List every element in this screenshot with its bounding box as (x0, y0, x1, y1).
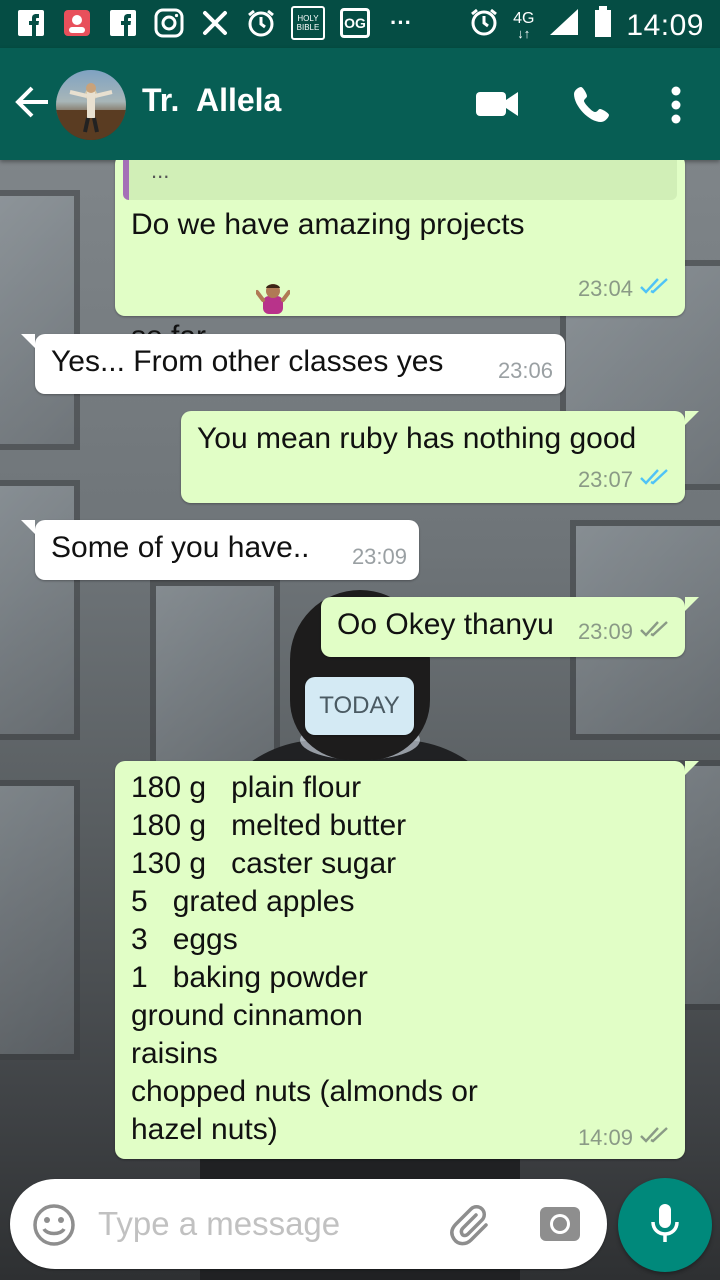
contact-name[interactable]: Tr. Allela (142, 82, 281, 119)
message-input[interactable] (98, 1201, 428, 1247)
recipe-line: 130 g caster sugar (131, 847, 397, 880)
camera-icon[interactable] (538, 1203, 582, 1250)
message-text: Oo Okey thanyu (337, 608, 554, 641)
recipe-line: 180 g melted butter (131, 809, 407, 842)
og-label: OG (344, 15, 366, 31)
date-divider: TODAY (305, 677, 414, 735)
message-time: 23:09 (577, 619, 633, 644)
status-bar: HOLY BIBLE OG ··· 4G ↓↑ 14:09 (0, 0, 720, 48)
recipe-line: 3 eggs (131, 923, 238, 956)
bubble-tail (685, 761, 699, 775)
bubble-tail (685, 411, 699, 425)
message-time: 14:09 (577, 1125, 633, 1150)
message-time: 23:04 (577, 276, 633, 301)
back-arrow-icon[interactable] (12, 82, 52, 122)
network-type: 4G ↓↑ (513, 10, 535, 42)
recipe-line: 180 g plain flour (131, 771, 362, 804)
signal-icon (548, 7, 580, 45)
alarm-icon (244, 6, 278, 40)
message-composer (10, 1179, 607, 1269)
recipe-line: 1 baking powder (131, 961, 368, 994)
chat-header: Tr. Allela (0, 48, 720, 160)
message-text-content: Do we have amazing projects so far (131, 208, 525, 353)
more-notifications-icon: ··· (384, 6, 418, 40)
message-meta: 23:07 (578, 467, 671, 493)
recipe-line: ground cinnamon (131, 999, 363, 1032)
message-bubble-outgoing[interactable]: ... Do we have amazing projects so far 2… (115, 160, 685, 353)
read-ticks-icon (639, 276, 671, 302)
more-vert-icon[interactable] (664, 86, 688, 129)
quoted-message-text: ... (151, 160, 170, 183)
message-time: 23:09 (351, 544, 407, 569)
delivered-ticks-icon (639, 619, 671, 645)
quoted-message[interactable]: ... (123, 160, 677, 200)
message-meta: 23:04 (578, 276, 671, 302)
facebook-icon (106, 6, 140, 40)
bubble-tail (685, 597, 699, 611)
delivered-ticks-icon (639, 1125, 671, 1151)
avatar[interactable] (56, 70, 126, 140)
badge-icon (60, 6, 94, 40)
read-ticks-icon (639, 467, 671, 493)
message-time: 23:07 (577, 467, 633, 492)
instagram-icon (152, 6, 186, 40)
message-meta: 23:09 (352, 544, 407, 570)
attach-icon[interactable] (450, 1203, 496, 1252)
message-text: Some of you have.. (51, 531, 310, 564)
clock: 14:09 (626, 9, 704, 42)
message-meta: 23:06 (498, 358, 553, 384)
alarm-icon (469, 7, 499, 45)
recipe-line: 5 grated apples (131, 885, 355, 918)
phone-icon[interactable] (572, 84, 612, 129)
message-bubble-outgoing[interactable]: 180 g plain flour 180 g melted butter 13… (115, 761, 699, 1159)
recipe-line: hazel nuts) (131, 1113, 278, 1146)
video-call-icon[interactable] (474, 84, 520, 129)
mic-icon (650, 1202, 680, 1249)
message-bubble-incoming[interactable]: Some of you have.. 23:09 (21, 520, 419, 580)
message-time: 23:06 (497, 358, 553, 383)
message-meta: 23:09 (578, 619, 671, 645)
bubble-tail (21, 334, 35, 348)
facebook-icon (14, 6, 48, 40)
more-notifications: ··· (390, 10, 412, 35)
message-meta: 14:09 (578, 1125, 671, 1151)
recipe-text: 180 g plain flour 180 g melted butter 13… (131, 769, 478, 1149)
emoji-icon[interactable] (32, 1203, 76, 1252)
holy-bible-icon: HOLY BIBLE (290, 6, 326, 40)
message-bubble-outgoing[interactable]: Oo Okey thanyu 23:09 (321, 597, 699, 657)
og-icon: OG (338, 6, 372, 40)
x-icon (198, 6, 232, 40)
message-list[interactable]: ... Do we have amazing projects so far 2… (0, 160, 720, 1180)
mic-button[interactable] (618, 1178, 712, 1272)
bible-label: HOLY BIBLE (296, 14, 320, 32)
message-bubble-outgoing[interactable]: You mean ruby has nothing good 23:07 (181, 411, 699, 503)
recipe-line: raisins (131, 1037, 218, 1070)
message-text: You mean ruby has nothing good (197, 422, 637, 455)
battery-icon (594, 6, 612, 46)
network-label: 4G (513, 10, 535, 27)
recipe-line: chopped nuts (almonds or (131, 1075, 478, 1108)
message-text: Yes... From other classes yes (51, 345, 444, 378)
message-bubble-incoming[interactable]: Yes... From other classes yes 23:06 (21, 334, 565, 394)
bubble-tail (21, 520, 35, 534)
